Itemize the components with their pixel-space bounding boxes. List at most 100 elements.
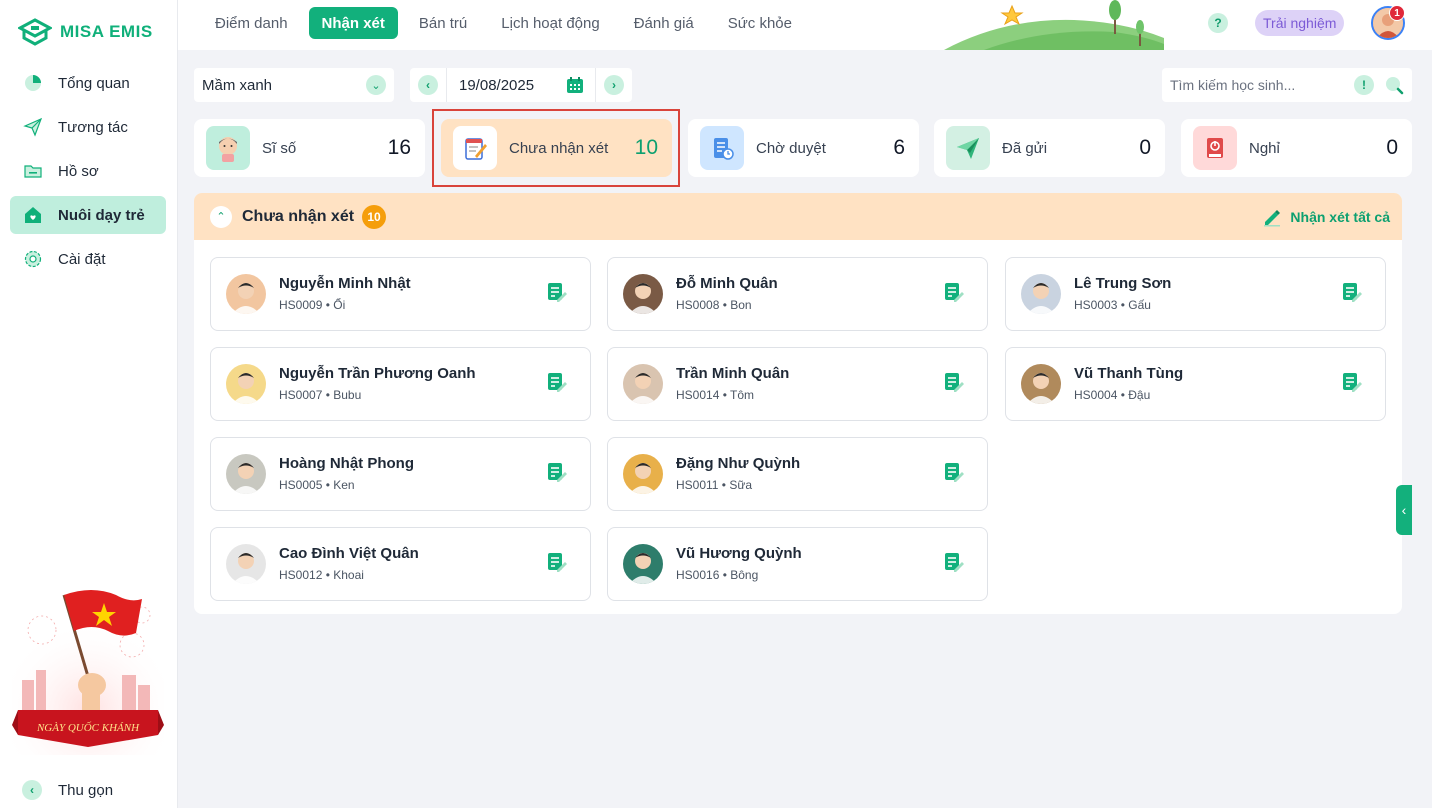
side-panel-toggle[interactable]: ‹ xyxy=(1396,485,1412,535)
student-card[interactable]: Đặng Như Quỳnh HS0011 • Sữa xyxy=(607,437,988,511)
student-card[interactable]: Nguyễn Trần Phương Oanh HS0007 • Bubu xyxy=(210,347,591,421)
next-date-button[interactable]: › xyxy=(596,68,632,102)
student-card[interactable]: Vũ Hương Quỳnh HS0016 • Bông xyxy=(607,527,988,601)
banner-text: NGÀY QUỐC KHÁNH xyxy=(36,721,140,734)
student-avatar xyxy=(226,454,266,494)
stat-card-pending[interactable]: Chờ duyệt 6 xyxy=(688,119,919,177)
student-name: Hoàng Nhật Phong xyxy=(279,455,414,472)
tab-comments[interactable]: Nhận xét xyxy=(308,7,398,39)
student-name: Cao Đình Việt Quân xyxy=(279,545,419,562)
student-name: Nguyễn Trần Phương Oanh xyxy=(279,365,476,382)
collapse-panel-button[interactable]: ⌃ xyxy=(210,205,232,228)
help-button[interactable]: ? xyxy=(1208,13,1228,33)
tab-health[interactable]: Sức khỏe xyxy=(715,7,805,39)
student-avatar xyxy=(226,544,266,584)
date-picker: ‹ 19/08/2025 › xyxy=(410,68,632,102)
app-name: MISA EMIS xyxy=(60,22,153,41)
power-book-icon xyxy=(1193,126,1237,170)
collapse-label: Thu gọn xyxy=(58,781,114,799)
student-name: Vũ Thanh Tùng xyxy=(1074,365,1184,382)
sidebar-item-records[interactable]: Hồ sơ xyxy=(10,152,166,190)
collapse-sidebar-button[interactable]: ‹ Thu gọn xyxy=(22,780,113,800)
pencil-icon xyxy=(1264,210,1281,227)
student-name: Đỗ Minh Quân xyxy=(676,275,778,292)
student-card[interactable]: Hoàng Nhật Phong HS0005 • Ken xyxy=(210,437,591,511)
student-card[interactable]: Trần Minh Quân HS0014 • Tôm xyxy=(607,347,988,421)
tab-boarding[interactable]: Bán trú xyxy=(406,7,480,39)
chevron-left-icon: ‹ xyxy=(22,780,42,800)
comment-all-button[interactable]: Nhận xét tất cả xyxy=(1262,207,1390,227)
sidebar-item-interaction[interactable]: Tương tác xyxy=(10,108,166,146)
student-avatar xyxy=(623,274,663,314)
sidebar: MISA EMIS Tổng quan Tương tác Hồ sơ Nuôi… xyxy=(0,0,178,808)
stat-value: 0 xyxy=(1139,136,1151,159)
comment-edit-icon[interactable] xyxy=(545,370,569,394)
student-avatar xyxy=(623,454,663,494)
student-avatar xyxy=(1021,274,1061,314)
comment-edit-icon[interactable] xyxy=(942,370,966,394)
panel-title: Chưa nhận xét xyxy=(242,207,355,225)
stat-card-absent[interactable]: Nghỉ 0 xyxy=(1181,119,1412,177)
comment-edit-icon[interactable] xyxy=(545,550,569,574)
comment-edit-icon[interactable] xyxy=(545,460,569,484)
comment-edit-icon[interactable] xyxy=(942,460,966,484)
sidebar-nav: Tổng quan Tương tác Hồ sơ Nuôi dạy trẻ C… xyxy=(10,64,166,284)
student-code: HS0003 • Gấu xyxy=(1074,298,1151,312)
stat-label: Sĩ số xyxy=(262,139,297,157)
student-name: Nguyễn Minh Nhật xyxy=(279,275,411,292)
class-select-value: Mầm xanh xyxy=(202,76,273,94)
paper-plane-icon xyxy=(946,126,990,170)
comment-all-label: Nhận xét tất cả xyxy=(1290,209,1390,225)
student-card[interactable]: Cao Đình Việt Quân HS0012 • Khoai xyxy=(210,527,591,601)
comment-edit-icon[interactable] xyxy=(942,550,966,574)
class-select[interactable]: Mầm xanh ⌄ xyxy=(194,68,394,102)
student-name: Đặng Như Quỳnh xyxy=(676,455,801,472)
comment-edit-icon[interactable] xyxy=(1340,370,1364,394)
trial-button[interactable]: Trải nghiệm xyxy=(1255,10,1345,36)
app-logo[interactable]: MISA EMIS xyxy=(18,18,153,46)
student-card[interactable]: Vũ Thanh Tùng HS0004 • Đậu xyxy=(1005,347,1386,421)
sidebar-item-label: Cài đặt xyxy=(58,250,106,268)
student-avatar xyxy=(623,364,663,404)
student-card[interactable]: Lê Trung Sơn HS0003 • Gấu xyxy=(1005,257,1386,331)
search-icon[interactable] xyxy=(1384,75,1404,95)
student-code: HS0016 • Bông xyxy=(676,568,759,582)
student-code: HS0007 • Bubu xyxy=(279,388,362,402)
student-card[interactable]: Nguyễn Minh Nhật HS0009 • Ổi xyxy=(210,257,591,331)
sidebar-item-settings[interactable]: Cài đặt xyxy=(10,240,166,278)
comment-edit-icon[interactable] xyxy=(545,280,569,304)
student-avatar xyxy=(226,274,266,314)
sidebar-item-childcare[interactable]: Nuôi dạy trẻ xyxy=(10,196,166,234)
previous-date-button[interactable]: ‹ xyxy=(410,68,446,102)
national-day-banner: NGÀY QUỐC KHÁNH xyxy=(12,590,164,755)
tab-activity-schedule[interactable]: Lịch hoạt động xyxy=(488,7,612,39)
sidebar-item-overview[interactable]: Tổng quan xyxy=(10,64,166,102)
info-icon[interactable]: ! xyxy=(1354,75,1374,95)
paper-plane-icon xyxy=(22,116,44,138)
tab-assessment[interactable]: Đánh giá xyxy=(621,7,707,39)
student-code: HS0012 • Khoai xyxy=(279,568,364,582)
calendar-icon[interactable] xyxy=(565,75,585,95)
comment-edit-icon[interactable] xyxy=(942,280,966,304)
pie-chart-icon xyxy=(22,72,44,94)
date-field[interactable]: 19/08/2025 xyxy=(446,68,596,102)
student-code: HS0005 • Ken xyxy=(279,478,355,492)
chevron-down-icon: ⌄ xyxy=(366,75,386,95)
student-card[interactable]: Đỗ Minh Quân HS0008 • Bon xyxy=(607,257,988,331)
sidebar-item-label: Tương tác xyxy=(58,118,128,136)
chevron-right-icon: › xyxy=(604,75,624,95)
chevron-left-icon: ‹ xyxy=(418,75,438,95)
student-code: HS0011 • Sữa xyxy=(676,478,753,492)
chevron-up-icon: ⌃ xyxy=(216,211,226,223)
panel-header: ⌃ Chưa nhận xét 10 Nhận xét tất cả xyxy=(194,193,1402,240)
stat-card-sent[interactable]: Đã gửi 0 xyxy=(934,119,1165,177)
student-name: Vũ Hương Quỳnh xyxy=(676,545,802,562)
search-input[interactable] xyxy=(1170,77,1350,93)
stat-label: Chờ duyệt xyxy=(756,139,826,157)
comment-edit-icon[interactable] xyxy=(1340,280,1364,304)
stat-card-class-size[interactable]: Sĩ số 16 xyxy=(194,119,425,177)
sidebar-item-label: Tổng quan xyxy=(58,74,130,92)
student-avatar xyxy=(623,544,663,584)
tab-attendance[interactable]: Điểm danh xyxy=(202,7,301,39)
student-name: Trần Minh Quân xyxy=(676,365,790,382)
